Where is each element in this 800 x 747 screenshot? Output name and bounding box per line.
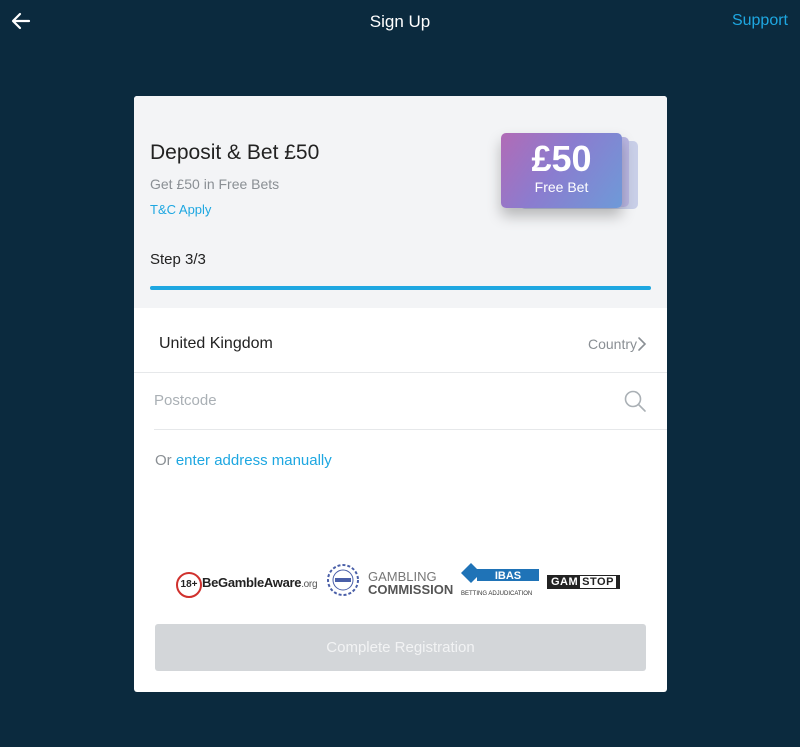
postcode-row (154, 373, 667, 430)
promo-panel: Deposit & Bet £50 Get £50 in Free Bets T… (134, 96, 667, 308)
begambleaware-suffix: .org (301, 579, 318, 590)
responsible-gambling-seal-icon (327, 564, 359, 596)
gambling-commission-line2: COMMISSION (368, 582, 454, 597)
ibas-full: BETTING ADJUDICATION (461, 591, 532, 597)
free-bet-badge: £50 Free Bet (501, 133, 622, 208)
postcode-input[interactable] (154, 373, 614, 427)
search-icon[interactable] (623, 389, 647, 413)
promo-subtitle: Get £50 in Free Bets (150, 176, 280, 192)
manual-address-row: Or enter address manually (155, 452, 332, 469)
manual-address-prefix: Or (155, 452, 172, 469)
enter-address-manually-link[interactable]: enter address manually (176, 452, 332, 469)
complete-registration-button[interactable]: Complete Registration (155, 624, 646, 671)
signup-card: Deposit & Bet £50 Get £50 in Free Bets T… (134, 96, 667, 692)
step-label: Step 3/3 (150, 251, 206, 268)
country-selector[interactable]: United Kingdom Country (134, 308, 667, 373)
begambleaware-text: BeGambleAware (202, 575, 302, 590)
ibas-name: IBAS (495, 570, 521, 582)
age-18-logo: 18+ (176, 572, 202, 598)
gambling-commission-logo: GAMBLING COMMISSION (368, 570, 453, 596)
free-bet-text: Free Bet (534, 179, 589, 195)
page-title: Sign Up (369, 12, 431, 31)
free-bet-amount: £50 (531, 138, 592, 179)
progress-fill (150, 286, 651, 290)
gamstop-logo: GAM STOP (547, 575, 620, 589)
country-label: Country (587, 336, 637, 352)
gamstop-text-a: GAM (551, 576, 579, 588)
ibas-logo: IBAS BETTING ADJUDICATION (461, 563, 539, 597)
tc-apply-link[interactable]: T&C Apply (150, 202, 211, 217)
begambleaware-logo: BeGambleAware.org (202, 575, 318, 590)
progress-bar (150, 286, 651, 290)
top-bar: Sign Up Support (0, 0, 800, 44)
promo-title: Deposit & Bet £50 (150, 141, 320, 164)
chevron-right-icon (638, 337, 647, 351)
country-value: United Kingdom (159, 335, 273, 352)
responsible-gambling-logos: 18+ BeGambleAware.org GAMBLING COMMISSIO… (174, 558, 627, 606)
gamstop-text-b: STOP (580, 576, 616, 588)
support-link[interactable]: Support (732, 12, 788, 30)
